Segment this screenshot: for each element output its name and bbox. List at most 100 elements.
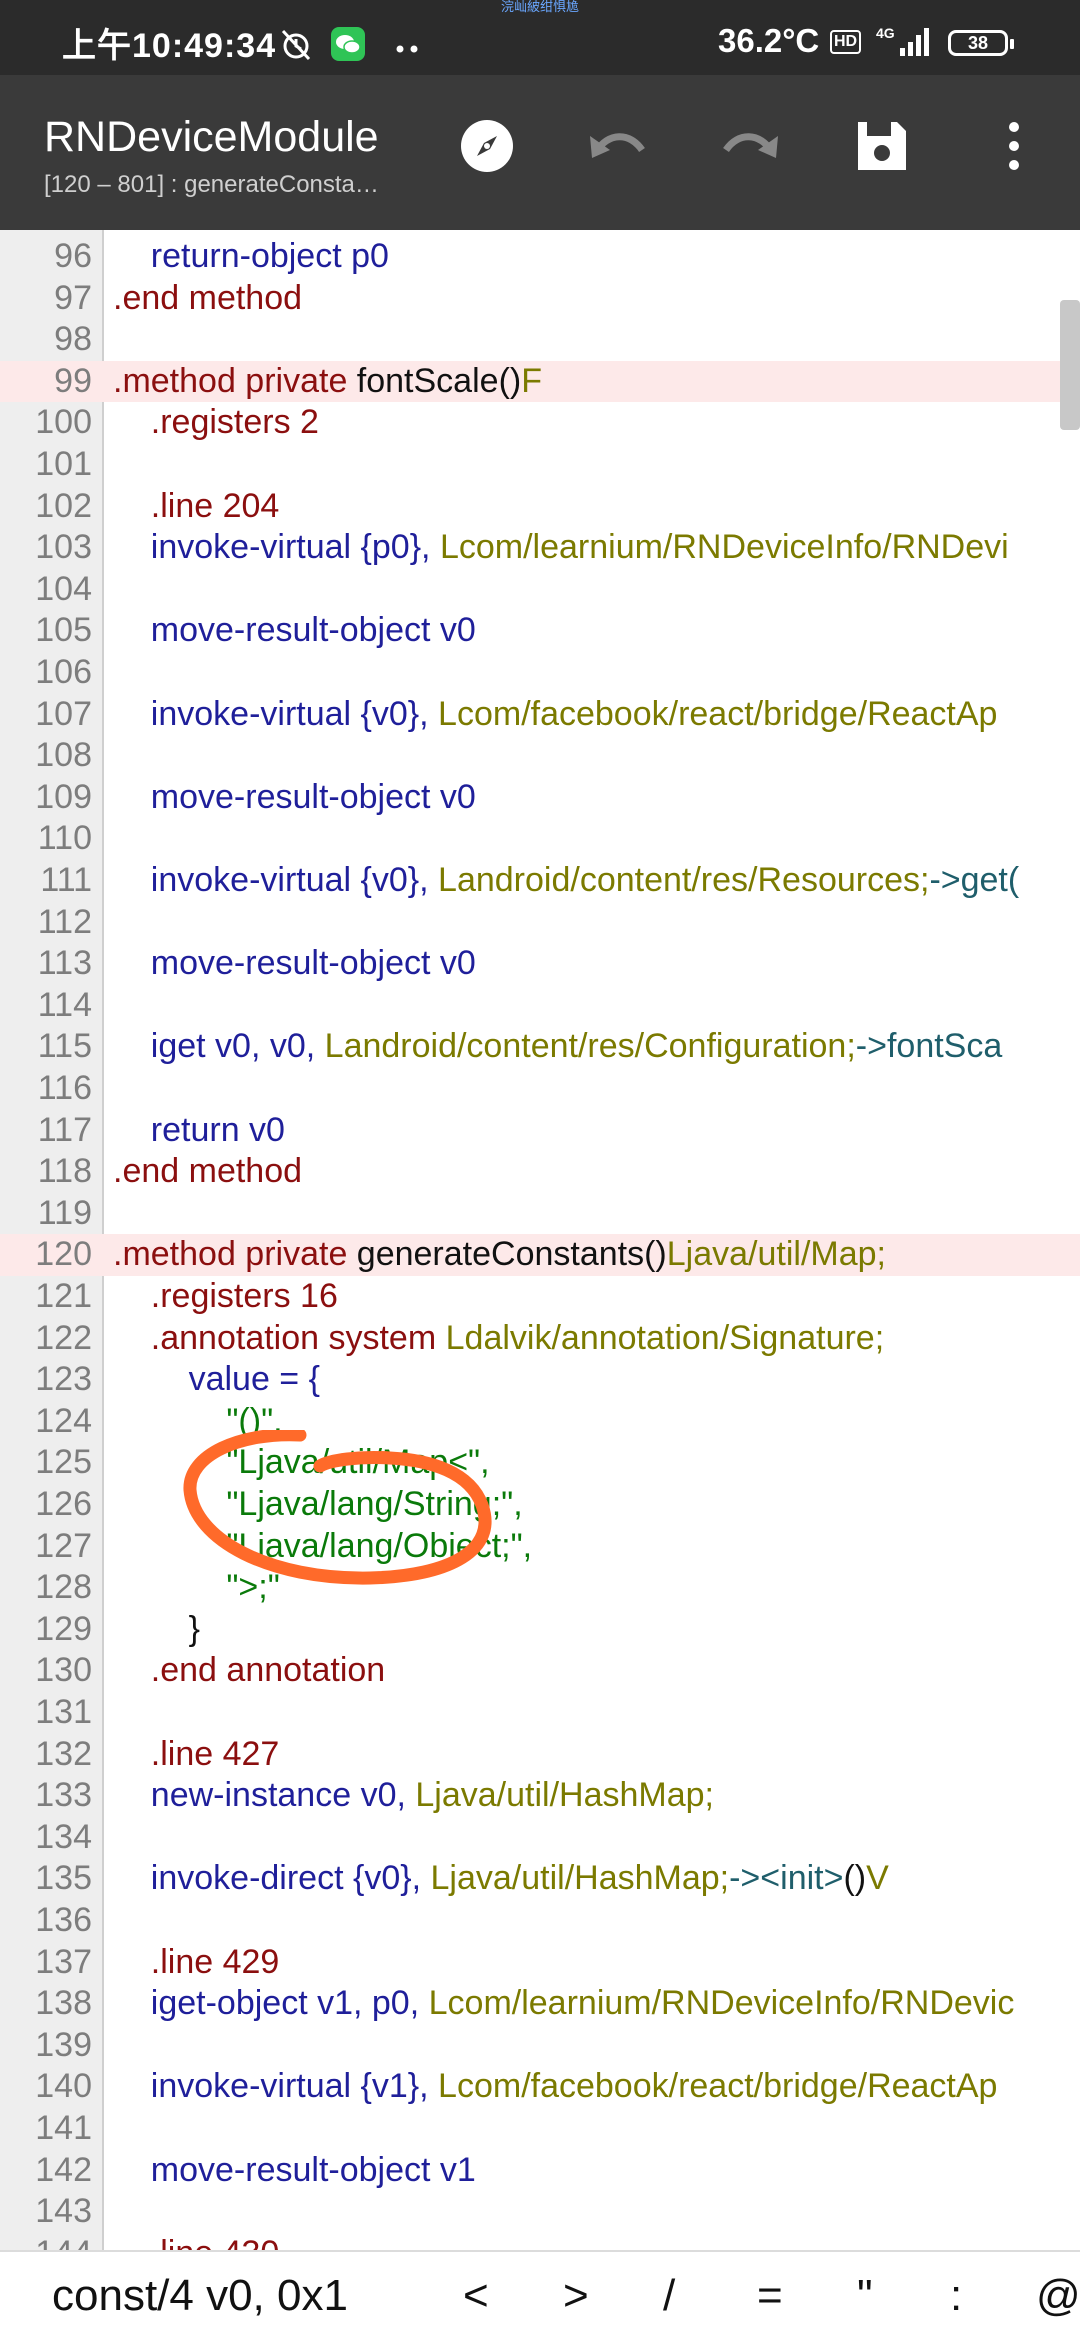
line-number: 107 — [35, 694, 92, 733]
line-number: 137 — [35, 1942, 92, 1981]
code-line[interactable]: 97 .end method — [0, 278, 1080, 320]
code-line[interactable]: 112 — [0, 902, 1080, 944]
code-line[interactable]: 138 iget-object v1, p0, Lcom/learnium/RN… — [0, 1983, 1080, 2025]
key-less-than[interactable]: < — [463, 2268, 489, 2324]
code-text: iget-object v1, p0, Lcom/learnium/RNDevi… — [113, 1983, 1015, 2025]
code-line[interactable]: 133 new-instance v0, Ljava/util/HashMap; — [0, 1775, 1080, 1817]
code-line[interactable]: 127 "Ljava/lang/Object;", — [0, 1526, 1080, 1568]
line-number: 117 — [37, 1110, 92, 1149]
line-number: 118 — [37, 1152, 92, 1191]
code-line[interactable]: 135 invoke-direct {v0}, Ljava/util/HashM… — [0, 1858, 1080, 1900]
code-line[interactable]: 131 — [0, 1692, 1080, 1734]
scrollbar-thumb[interactable] — [1060, 300, 1080, 430]
code-token: () — [498, 361, 522, 400]
save-button[interactable] — [847, 113, 917, 183]
redo-button[interactable] — [715, 113, 785, 183]
code-line[interactable]: 99 .method private fontScale()F — [0, 360, 1080, 403]
code-line[interactable]: 114 — [0, 985, 1080, 1027]
code-line[interactable]: 105 move-result-object v0 — [0, 610, 1080, 652]
line-number: 110 — [37, 819, 92, 858]
code-line[interactable]: 102 .line 204 — [0, 486, 1080, 528]
code-line[interactable]: 143 — [0, 2191, 1080, 2233]
code-line[interactable]: 144 .line 430 — [0, 2233, 1080, 2250]
key-greater-than[interactable]: > — [563, 2268, 589, 2324]
code-token: value = { — [113, 1360, 320, 1399]
code-line[interactable]: 122 .annotation system Ldalvik/annotatio… — [0, 1318, 1080, 1360]
code-line[interactable]: 140 invoke-virtual {v1}, Lcom/facebook/r… — [0, 2066, 1080, 2108]
code-line[interactable]: 113 move-result-object v0 — [0, 943, 1080, 985]
code-token: invoke-direct {v0}, — [113, 1859, 431, 1898]
code-text: .registers 2 — [113, 402, 319, 444]
code-token: Landroid/content/res/Resources; — [438, 861, 930, 899]
key-at[interactable]: @ — [1036, 2268, 1080, 2324]
code-token: .end annotation — [113, 1651, 386, 1690]
code-line[interactable]: 118 .end method — [0, 1151, 1080, 1193]
code-line[interactable]: 104 — [0, 569, 1080, 611]
key-slash[interactable]: / — [663, 2268, 675, 2324]
code-line[interactable]: 136 — [0, 1900, 1080, 1942]
code-line[interactable]: 139 — [0, 2025, 1080, 2067]
code-line[interactable]: 121 .registers 16 — [0, 1276, 1080, 1318]
code-token: .line 430 — [113, 2234, 280, 2250]
code-line[interactable]: 134 — [0, 1817, 1080, 1859]
line-number: 129 — [35, 1609, 92, 1648]
navigate-button[interactable] — [452, 113, 522, 183]
code-line[interactable]: 116 — [0, 1068, 1080, 1110]
code-token: Lcom/facebook/react/bridge/ReactAp — [438, 694, 998, 733]
code-line[interactable]: 111 invoke-virtual {v0}, Landroid/conten… — [0, 860, 1080, 902]
key-snippet[interactable]: const/4 v0, 0x1 — [52, 2268, 348, 2324]
code-token: V — [866, 1859, 889, 1898]
code-text: move-result-object v1 — [113, 2150, 476, 2192]
code-line[interactable]: 126 "Ljava/lang/String;", — [0, 1484, 1080, 1526]
code-line[interactable]: 130 .end annotation — [0, 1650, 1080, 1692]
line-number: 112 — [37, 902, 92, 941]
code-editor[interactable]: 96 return-object p0 97 .end method 98 99 .met… — [0, 230, 1080, 2250]
line-number: 105 — [35, 611, 92, 650]
symbol-key-bar: const/4 v0, 0x1 < > / = " : @ — [0, 2250, 1080, 2342]
overflow-menu-button[interactable] — [979, 113, 1049, 183]
code-line[interactable]: 141 — [0, 2108, 1080, 2150]
key-quote[interactable]: " — [857, 2268, 873, 2324]
code-line[interactable]: 110 — [0, 818, 1080, 860]
code-token: ->get( — [929, 861, 1020, 899]
line-number: 96 — [54, 237, 92, 275]
code-line[interactable]: 101 — [0, 444, 1080, 486]
line-number: 99 — [54, 361, 92, 400]
undo-button[interactable] — [583, 113, 653, 183]
code-line[interactable]: 100 .registers 2 — [0, 402, 1080, 444]
line-number: 121 — [35, 1277, 92, 1315]
code-line[interactable]: 108 — [0, 735, 1080, 777]
line-number: 131 — [35, 1693, 92, 1731]
line-number: 100 — [35, 403, 92, 442]
code-text: .line 427 — [113, 1734, 280, 1776]
code-line[interactable]: 124 "()", — [0, 1401, 1080, 1443]
key-equals[interactable]: = — [757, 2268, 783, 2324]
code-line[interactable]: 96 return-object p0 — [0, 236, 1080, 278]
line-number: 140 — [35, 2067, 92, 2106]
code-line[interactable]: 119 — [0, 1193, 1080, 1235]
code-line[interactable]: 125 "Ljava/util/Map<", — [0, 1442, 1080, 1484]
code-line[interactable]: 117 return v0 — [0, 1110, 1080, 1152]
code-line[interactable]: 120 .method private generateConstants()Lj… — [0, 1234, 1080, 1276]
code-line[interactable]: 98 — [0, 319, 1080, 361]
code-line[interactable]: 129 } — [0, 1609, 1080, 1651]
code-text: move-result-object v0 — [113, 777, 476, 819]
code-text: return v0 — [113, 1110, 285, 1152]
code-text: .method private generateConstants()Ljava… — [113, 1234, 886, 1276]
code-line[interactable]: 137 .line 429 — [0, 1942, 1080, 1984]
code-line[interactable]: 142 move-result-object v1 — [0, 2150, 1080, 2192]
code-line[interactable]: 123 value = { — [0, 1359, 1080, 1401]
code-token: fontScale — [356, 361, 499, 400]
code-line[interactable]: 107 invoke-virtual {v0}, Lcom/facebook/r… — [0, 694, 1080, 736]
battery-icon: 38 — [948, 30, 1014, 56]
code-line[interactable]: 115 iget v0, v0, Landroid/content/res/Co… — [0, 1026, 1080, 1068]
key-colon[interactable]: : — [950, 2268, 962, 2324]
code-line[interactable]: 106 — [0, 652, 1080, 694]
code-token: Ljava/util/Map; — [666, 1235, 886, 1274]
code-line[interactable]: 103 invoke-virtual {p0}, Lcom/learnium/R… — [0, 527, 1080, 569]
code-line[interactable]: 109 move-result-object v0 — [0, 777, 1080, 819]
code-line[interactable]: 128 ">;" — [0, 1567, 1080, 1609]
code-line[interactable]: 132 .line 427 — [0, 1734, 1080, 1776]
line-number: 127 — [35, 1526, 92, 1565]
line-number: 106 — [35, 653, 92, 691]
